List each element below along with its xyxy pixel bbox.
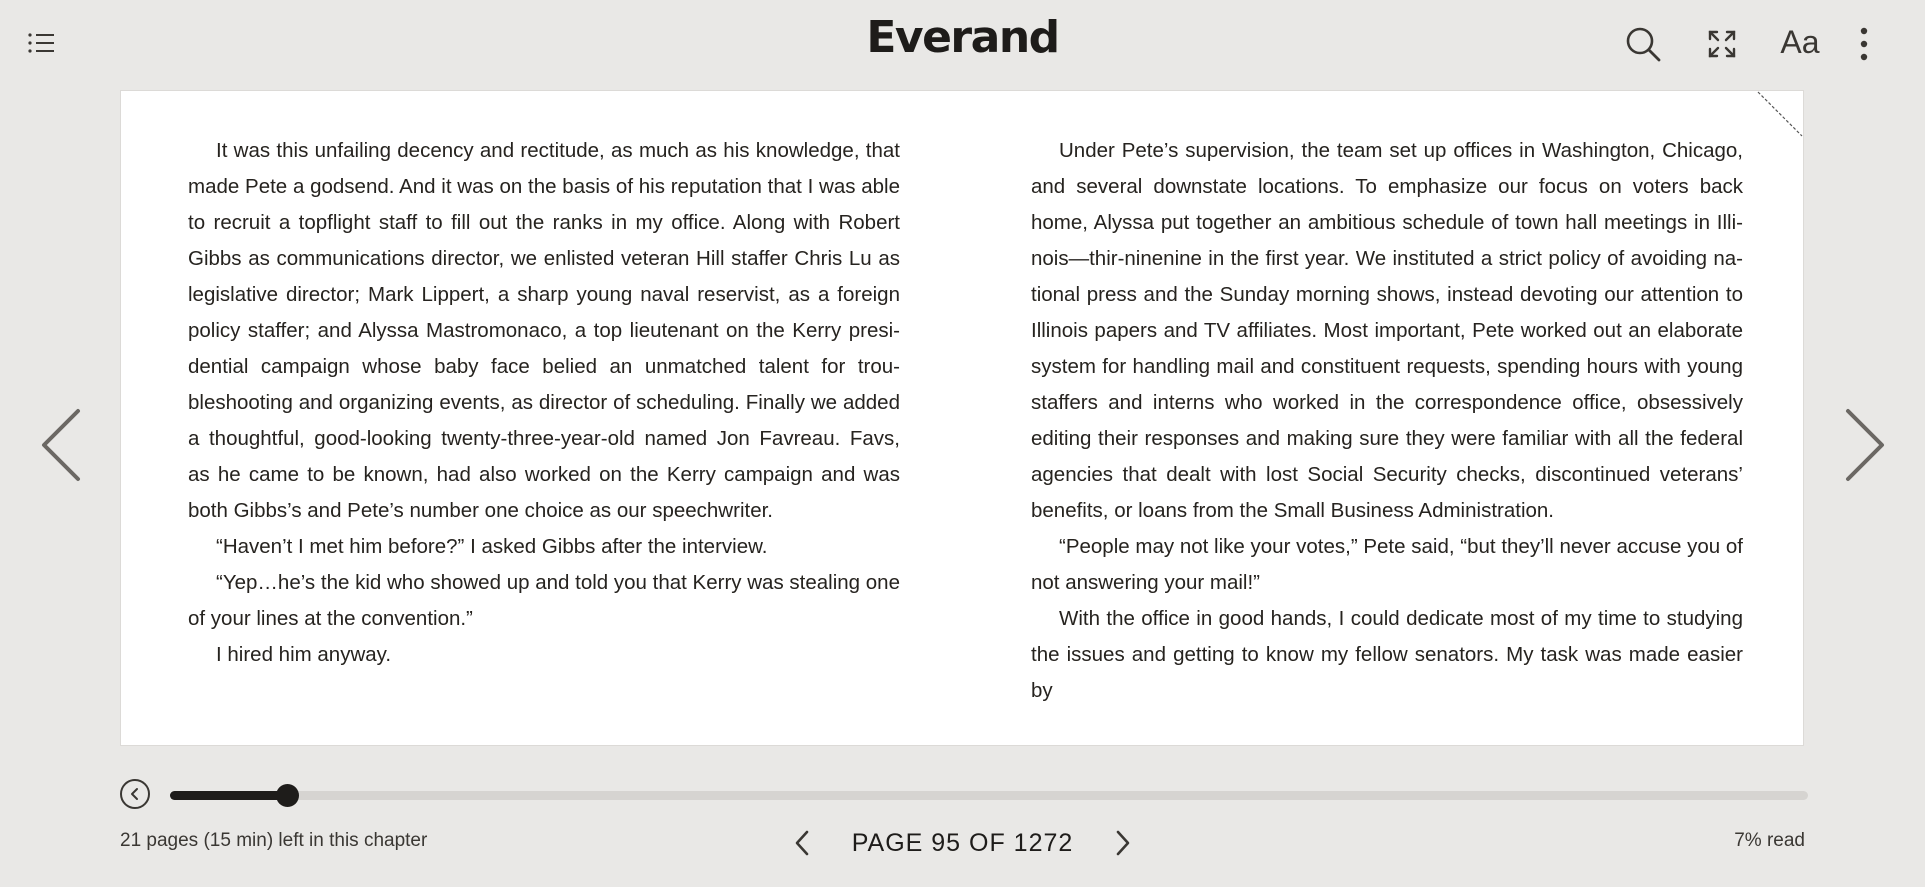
top-bar: Everand Aa: [0, 0, 1925, 90]
page-indicator: PAGE 95 OF 1272: [851, 828, 1074, 857]
progress-fill: [170, 791, 288, 800]
next-page-arrow[interactable]: [1836, 400, 1896, 490]
chevron-right-icon: [1846, 409, 1884, 481]
bookmark-corner-icon[interactable]: [1757, 91, 1803, 137]
chevron-left-icon: [795, 830, 809, 856]
paragraph: With the office in good hands, I could d…: [1031, 607, 1743, 702]
previous-page-arrow[interactable]: [30, 400, 90, 490]
next-page-button[interactable]: [1111, 826, 1135, 860]
chevron-left-icon: [42, 409, 80, 481]
fullscreen-icon[interactable]: [1706, 28, 1738, 60]
left-column: It was this unfailing decency and rectit…: [188, 133, 900, 673]
progress-slider[interactable]: [170, 784, 1808, 807]
progress-row: [120, 776, 1808, 812]
paragraph: “Haven’t I met him before?” I asked Gibb…: [216, 535, 768, 558]
book-page: It was this unfailing decency and rectit…: [120, 90, 1804, 746]
paragraph: “People may not like your votes,” Pete s…: [1031, 535, 1743, 594]
progress-handle[interactable]: [275, 784, 299, 807]
percent-read-text: 7% read: [1734, 830, 1805, 851]
more-options-icon[interactable]: [1854, 24, 1874, 64]
chevron-left-icon: [131, 788, 138, 800]
text-settings-icon[interactable]: Aa: [1778, 22, 1822, 62]
page-navigator: PAGE 95 OF 1272: [0, 826, 1925, 860]
right-column: Under Pete’s supervision, the team set u…: [1031, 133, 1743, 709]
search-icon[interactable]: [1624, 25, 1662, 63]
paragraph: Under Pete’s supervision, the team set u…: [1031, 139, 1743, 522]
chevron-right-icon: [1116, 830, 1130, 856]
paragraph: “Yep…he’s the kid who showed up and told…: [188, 571, 900, 630]
back-to-previous-location-button[interactable]: [120, 779, 150, 809]
paragraph: It was this unfailing decency and rectit…: [188, 139, 900, 522]
previous-page-button[interactable]: [790, 826, 814, 860]
paragraph: I hired him anyway.: [216, 643, 392, 666]
